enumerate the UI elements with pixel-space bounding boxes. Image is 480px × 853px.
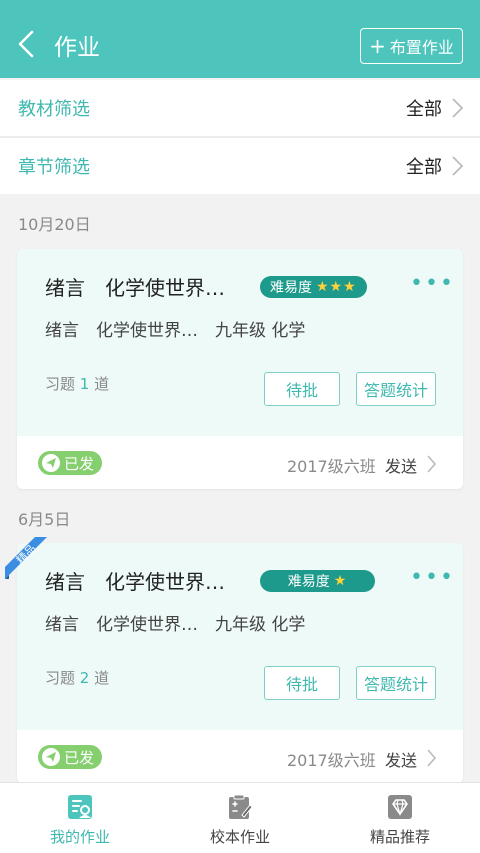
- difficulty-label: 难易度: [270, 280, 312, 296]
- assign-homework-button[interactable]: + 布置作业: [360, 28, 463, 64]
- difficulty-badge: 难易度 ★★★: [260, 276, 367, 298]
- tab-label: 我的作业: [49, 828, 110, 846]
- chevron-right-icon: [427, 455, 437, 473]
- plus-icon: +: [369, 34, 386, 58]
- card-footer: 已发 2017级六班 发送: [17, 437, 463, 489]
- question-count: 习题 1 道: [45, 375, 110, 393]
- sent-badge: 已发: [38, 451, 103, 475]
- premium-ribbon: 精品: [5, 537, 47, 579]
- homework-icon: [68, 795, 92, 819]
- diamond-icon: [388, 795, 412, 819]
- sent-status: 已发: [64, 748, 95, 767]
- homework-card[interactable]: 绪言 化学使世界… 难易度 ★★★ ••• 绪言 化学使世界… 九年级 化学 习…: [17, 249, 463, 489]
- filter-value: 全部: [406, 157, 442, 178]
- chevron-right-icon: [452, 98, 464, 118]
- more-dots-icon[interactable]: •••: [410, 273, 455, 295]
- app-header: 作业 + 布置作业: [0, 0, 480, 78]
- pending-review-button[interactable]: 待批: [264, 666, 340, 700]
- star-icon: ★: [333, 573, 348, 589]
- assign-homework-label: 布置作业: [389, 38, 454, 57]
- send-link[interactable]: 发送: [385, 747, 417, 771]
- textbook-filter-row[interactable]: 教材筛选 全部: [0, 80, 480, 136]
- difficulty-badge: 难易度 ★: [260, 570, 375, 592]
- class-name: 2017级六班: [287, 457, 376, 476]
- sent-status: 已发: [64, 454, 95, 473]
- homework-title: 绪言 化学使世界…: [45, 276, 225, 300]
- class-name: 2017级六班: [287, 751, 376, 770]
- tab-my-homework[interactable]: 我的作业: [0, 783, 160, 853]
- answer-stats-button[interactable]: 答题统计: [356, 666, 436, 700]
- tab-label: 校本作业: [209, 828, 270, 846]
- date-label: 6月5日: [18, 510, 71, 529]
- card-body: 绪言 化学使世界… 难易度 ★★★ ••• 绪言 化学使世界… 九年级 化学 习…: [17, 249, 463, 436]
- homework-card[interactable]: 绪言 化学使世界… 难易度 ★ ••• 绪言 化学使世界… 九年级 化学 习题 …: [17, 543, 463, 783]
- more-dots-icon[interactable]: •••: [410, 567, 455, 589]
- card-footer: 已发 2017级六班 发送: [17, 731, 463, 783]
- page-title: 作业: [54, 35, 100, 61]
- answer-stats-button[interactable]: 答题统计: [356, 372, 436, 406]
- back-arrow-icon[interactable]: [12, 26, 42, 62]
- paper-plane-icon: [42, 454, 60, 472]
- tab-label: 精品推荐: [369, 828, 430, 846]
- tab-recommended[interactable]: 精品推荐: [320, 783, 480, 853]
- chapter-filter-row[interactable]: 章节筛选 全部: [0, 138, 480, 194]
- school-homework-icon: [229, 794, 253, 819]
- pending-review-button[interactable]: 待批: [264, 372, 340, 406]
- homework-subtitle: 绪言 化学使世界… 九年级 化学: [45, 615, 306, 635]
- tab-school-homework[interactable]: 校本作业: [160, 783, 320, 853]
- filter-value: 全部: [406, 99, 442, 120]
- date-label: 10月20日: [18, 215, 91, 234]
- homework-title: 绪言 化学使世界…: [45, 570, 225, 594]
- homework-subtitle: 绪言 化学使世界… 九年级 化学: [45, 321, 306, 341]
- star-icon: ★★★: [316, 279, 357, 295]
- bottom-tab-bar: 我的作业 校本作业 精品推荐: [0, 782, 480, 853]
- filter-label: 教材筛选: [18, 99, 90, 120]
- question-count: 习题 2 道: [45, 669, 110, 687]
- difficulty-label: 难易度: [287, 574, 330, 590]
- chevron-right-icon: [427, 749, 437, 767]
- card-body: 绪言 化学使世界… 难易度 ★ ••• 绪言 化学使世界… 九年级 化学 习题 …: [17, 543, 463, 730]
- send-link[interactable]: 发送: [385, 453, 417, 477]
- chevron-right-icon: [452, 156, 464, 176]
- sent-badge: 已发: [38, 745, 103, 769]
- paper-plane-icon: [42, 748, 60, 766]
- filter-label: 章节筛选: [18, 157, 90, 178]
